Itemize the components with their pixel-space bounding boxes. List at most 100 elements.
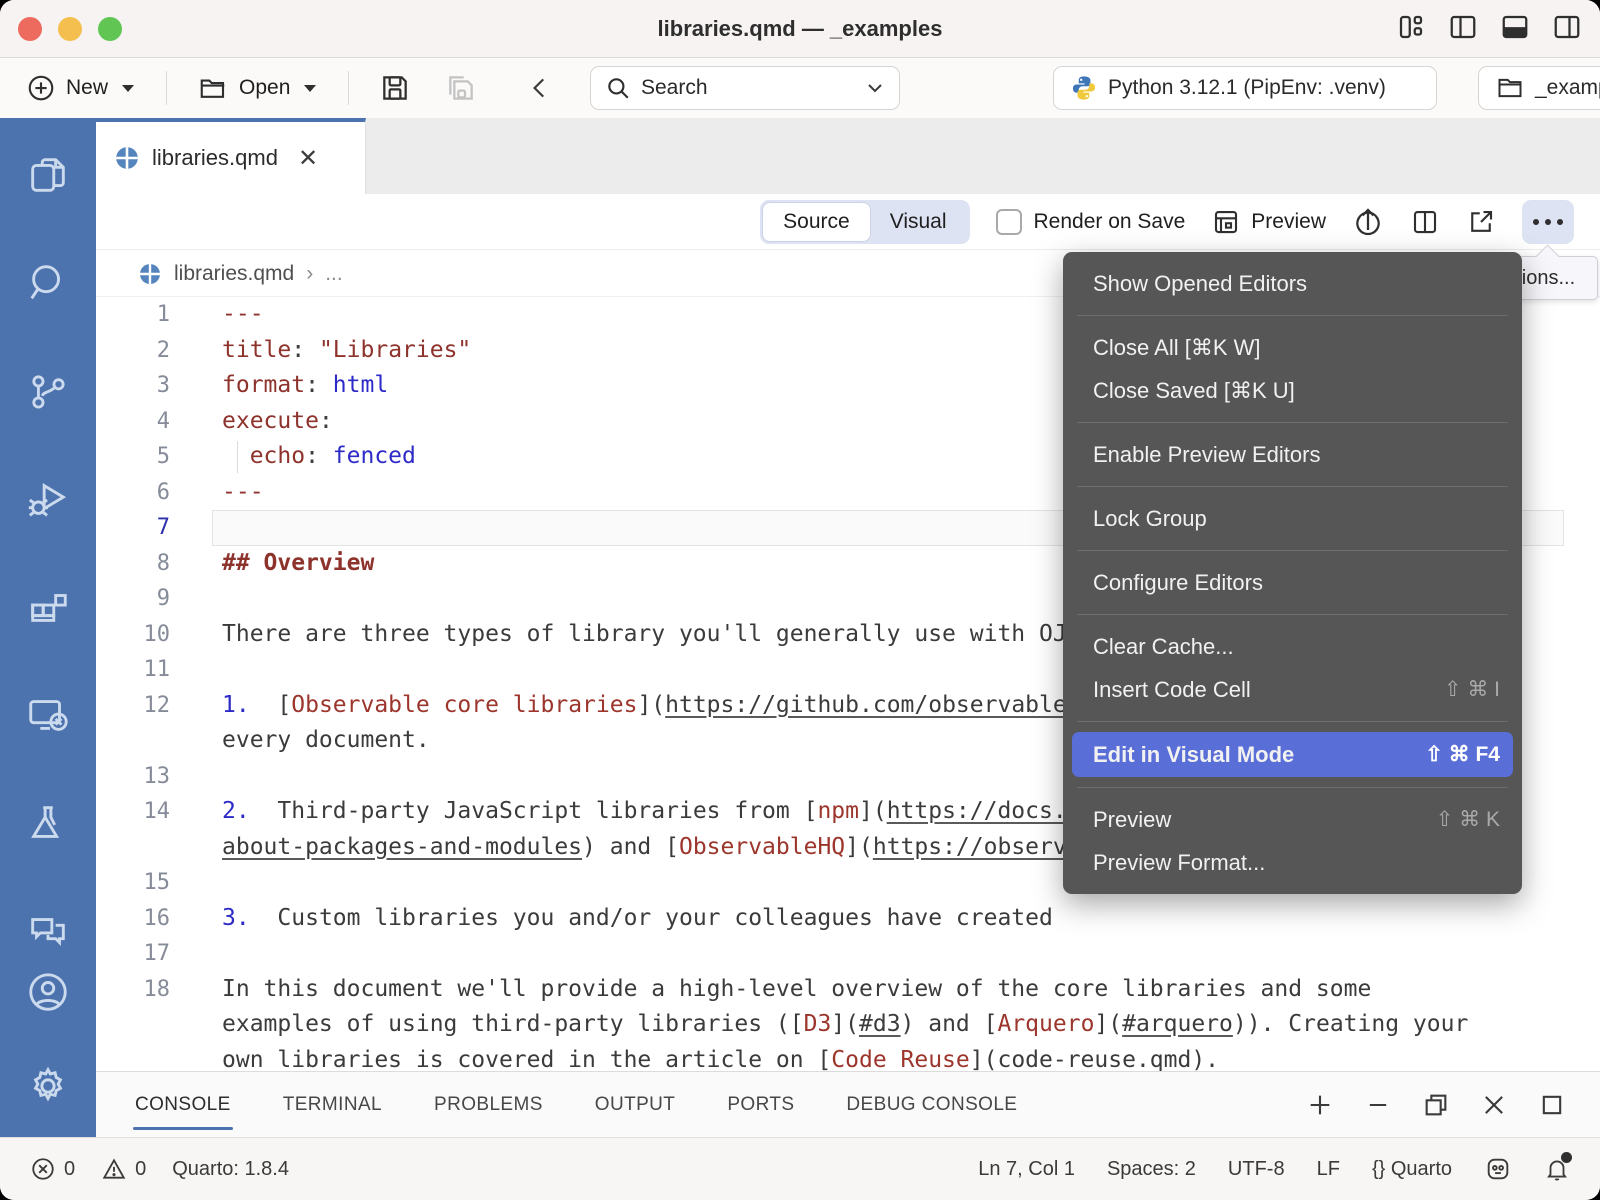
status-quarto[interactable]: {} Quarto	[1372, 1158, 1452, 1181]
panel-bar: CONSOLE TERMINAL PROBLEMS OUTPUT PORTS DEBUG …	[96, 1071, 1600, 1137]
customize-layout-icon[interactable]	[1396, 12, 1426, 42]
extensions-icon[interactable]	[25, 584, 71, 630]
title-bar: libraries.qmd — _examples	[0, 0, 1600, 58]
account-icon[interactable]	[25, 969, 71, 1015]
panel-tab-output[interactable]: OUTPUT	[593, 1086, 678, 1124]
editor-toolbar: Source Visual Render on Save Preview	[96, 194, 1600, 250]
menu-item-preview-format[interactable]: Preview Format...	[1063, 841, 1522, 884]
toggle-secondary-sidebar-icon[interactable]	[1552, 12, 1582, 42]
render-on-save-label: Render on Save	[1034, 210, 1186, 234]
status-utf-8[interactable]: UTF-8	[1228, 1158, 1285, 1181]
app-window: libraries.qmd — _examples New	[0, 0, 1600, 1200]
code-line[interactable]: own libraries is covered in the article …	[96, 1043, 1600, 1072]
status-feedback-icon[interactable]	[1484, 1155, 1512, 1183]
open-button[interactable]: Open	[197, 73, 318, 103]
new-button[interactable]: New	[26, 73, 136, 103]
testing-icon[interactable]	[25, 800, 71, 846]
minimize-icon[interactable]	[1364, 1091, 1392, 1119]
close-icon[interactable]	[1480, 1091, 1508, 1119]
breadcrumb-file[interactable]: libraries.qmd	[174, 262, 294, 286]
feedback-icon	[1484, 1155, 1512, 1183]
error-icon	[30, 1156, 56, 1182]
code-line[interactable]: examples of using third-party libraries …	[96, 1007, 1600, 1043]
menu-item-close-all-k-w[interactable]: Close All [⌘K W]	[1063, 326, 1522, 369]
code-line[interactable]: 17	[96, 936, 1600, 972]
sessions-icon[interactable]	[25, 692, 71, 738]
status-0[interactable]: 0	[30, 1156, 75, 1182]
more-actions-button[interactable]	[1522, 200, 1574, 244]
status-bar: 00 Quarto: 1.8.4 Ln 7, Col 1 Spaces: 2 UTF-…	[0, 1137, 1600, 1200]
save-icon[interactable]	[379, 72, 411, 104]
back-icon[interactable]	[527, 73, 553, 103]
code-line[interactable]: 163. Custom libraries you and/or your co…	[96, 901, 1600, 937]
panel-tab-console[interactable]: CONSOLE	[133, 1086, 233, 1124]
quarto-file-icon	[114, 145, 140, 171]
code-line[interactable]: 18In this document we'll provide a high-…	[96, 972, 1600, 1008]
search-input[interactable]: Search	[590, 66, 900, 110]
activity-bar	[0, 118, 96, 1137]
panel-tab-problems[interactable]: PROBLEMS	[432, 1086, 545, 1124]
status-bell-icon[interactable]	[1544, 1155, 1570, 1183]
status-ln-7-col-1[interactable]: Ln 7, Col 1	[978, 1158, 1075, 1181]
folder-open-icon	[197, 73, 229, 103]
panel-tab-ports[interactable]: PORTS	[725, 1086, 796, 1124]
toggle-primary-sidebar-icon[interactable]	[1448, 12, 1478, 42]
project-selector[interactable]: _examples	[1478, 66, 1600, 110]
menu-divider	[1077, 315, 1508, 316]
status-lf[interactable]: LF	[1317, 1158, 1340, 1181]
project-label: _examples	[1535, 76, 1600, 100]
search-icon	[605, 75, 631, 101]
add-icon[interactable]	[1306, 1091, 1334, 1119]
search-placeholder: Search	[641, 76, 865, 100]
maximize-icon[interactable]	[1538, 1091, 1566, 1119]
bell-icon	[1544, 1155, 1570, 1183]
comments-icon[interactable]	[25, 908, 71, 954]
explorer-icon[interactable]	[25, 152, 71, 198]
chevron-down-icon[interactable]	[865, 81, 885, 95]
menu-item-preview[interactable]: Preview⇧ ⌘ K	[1063, 798, 1522, 841]
chevron-right-icon: ›	[306, 262, 313, 286]
render-icon[interactable]	[1352, 205, 1384, 239]
settings-gear-icon[interactable]	[25, 1063, 71, 1109]
menu-item-clear-cache[interactable]: Clear Cache...	[1063, 625, 1522, 668]
menu-item-configure-editors[interactable]: Configure Editors	[1063, 561, 1522, 604]
plus-circle-icon	[26, 73, 56, 103]
source-mode-button[interactable]: Source	[763, 203, 870, 241]
menu-item-edit-in-visual-mode[interactable]: Edit in Visual Mode⇧ ⌘ F4	[1072, 732, 1513, 777]
source-control-icon[interactable]	[25, 368, 71, 414]
search-icon[interactable]	[25, 260, 71, 306]
editor-actions-menu: Show Opened Editors Close All [⌘K W]Close…	[1063, 252, 1522, 894]
menu-item-insert-code-cell[interactable]: Insert Code Cell⇧ ⌘ I	[1063, 668, 1522, 711]
menu-item-enable-preview-editors[interactable]: Enable Preview Editors	[1063, 433, 1522, 476]
restore-icon[interactable]	[1422, 1091, 1450, 1119]
chevron-down-icon	[120, 82, 136, 94]
menu-item-close-saved-k-u[interactable]: Close Saved [⌘K U]	[1063, 369, 1522, 412]
new-label: New	[66, 76, 108, 100]
preview-button[interactable]: Preview	[1211, 207, 1326, 237]
more-actions-icon	[1533, 219, 1563, 225]
close-icon[interactable]: ✕	[298, 144, 318, 173]
visual-mode-button[interactable]: Visual	[870, 203, 967, 241]
status-0[interactable]: 0	[101, 1156, 146, 1182]
menu-item-show-opened-editors[interactable]: Show Opened Editors	[1063, 262, 1522, 305]
split-editor-icon[interactable]	[1410, 207, 1440, 237]
status-quarto-1-8-4[interactable]: Quarto: 1.8.4	[172, 1158, 289, 1181]
interpreter-selector[interactable]: Python 3.12.1 (PipEnv: .venv)	[1053, 66, 1437, 110]
run-debug-icon[interactable]	[25, 476, 71, 522]
open-external-icon[interactable]	[1466, 207, 1496, 237]
toggle-panel-icon[interactable]	[1500, 12, 1530, 42]
panel-tab-terminal[interactable]: TERMINAL	[281, 1086, 384, 1124]
breadcrumb-more[interactable]: ...	[325, 262, 343, 286]
panel-tab-debug-console[interactable]: DEBUG CONSOLE	[844, 1086, 1019, 1124]
interpreter-label: Python 3.12.1 (PipEnv: .venv)	[1108, 76, 1386, 100]
status-spaces-2[interactable]: Spaces: 2	[1107, 1158, 1196, 1181]
menu-divider	[1077, 787, 1508, 788]
menu-divider	[1077, 721, 1508, 722]
tab-libraries-qmd[interactable]: libraries.qmd ✕	[96, 118, 366, 194]
folder-icon	[1495, 74, 1525, 102]
render-on-save-checkbox[interactable]	[996, 209, 1022, 235]
preview-label: Preview	[1251, 210, 1326, 234]
menu-item-lock-group[interactable]: Lock Group	[1063, 497, 1522, 540]
save-all-icon[interactable]	[445, 72, 477, 104]
python-icon	[1070, 74, 1098, 102]
